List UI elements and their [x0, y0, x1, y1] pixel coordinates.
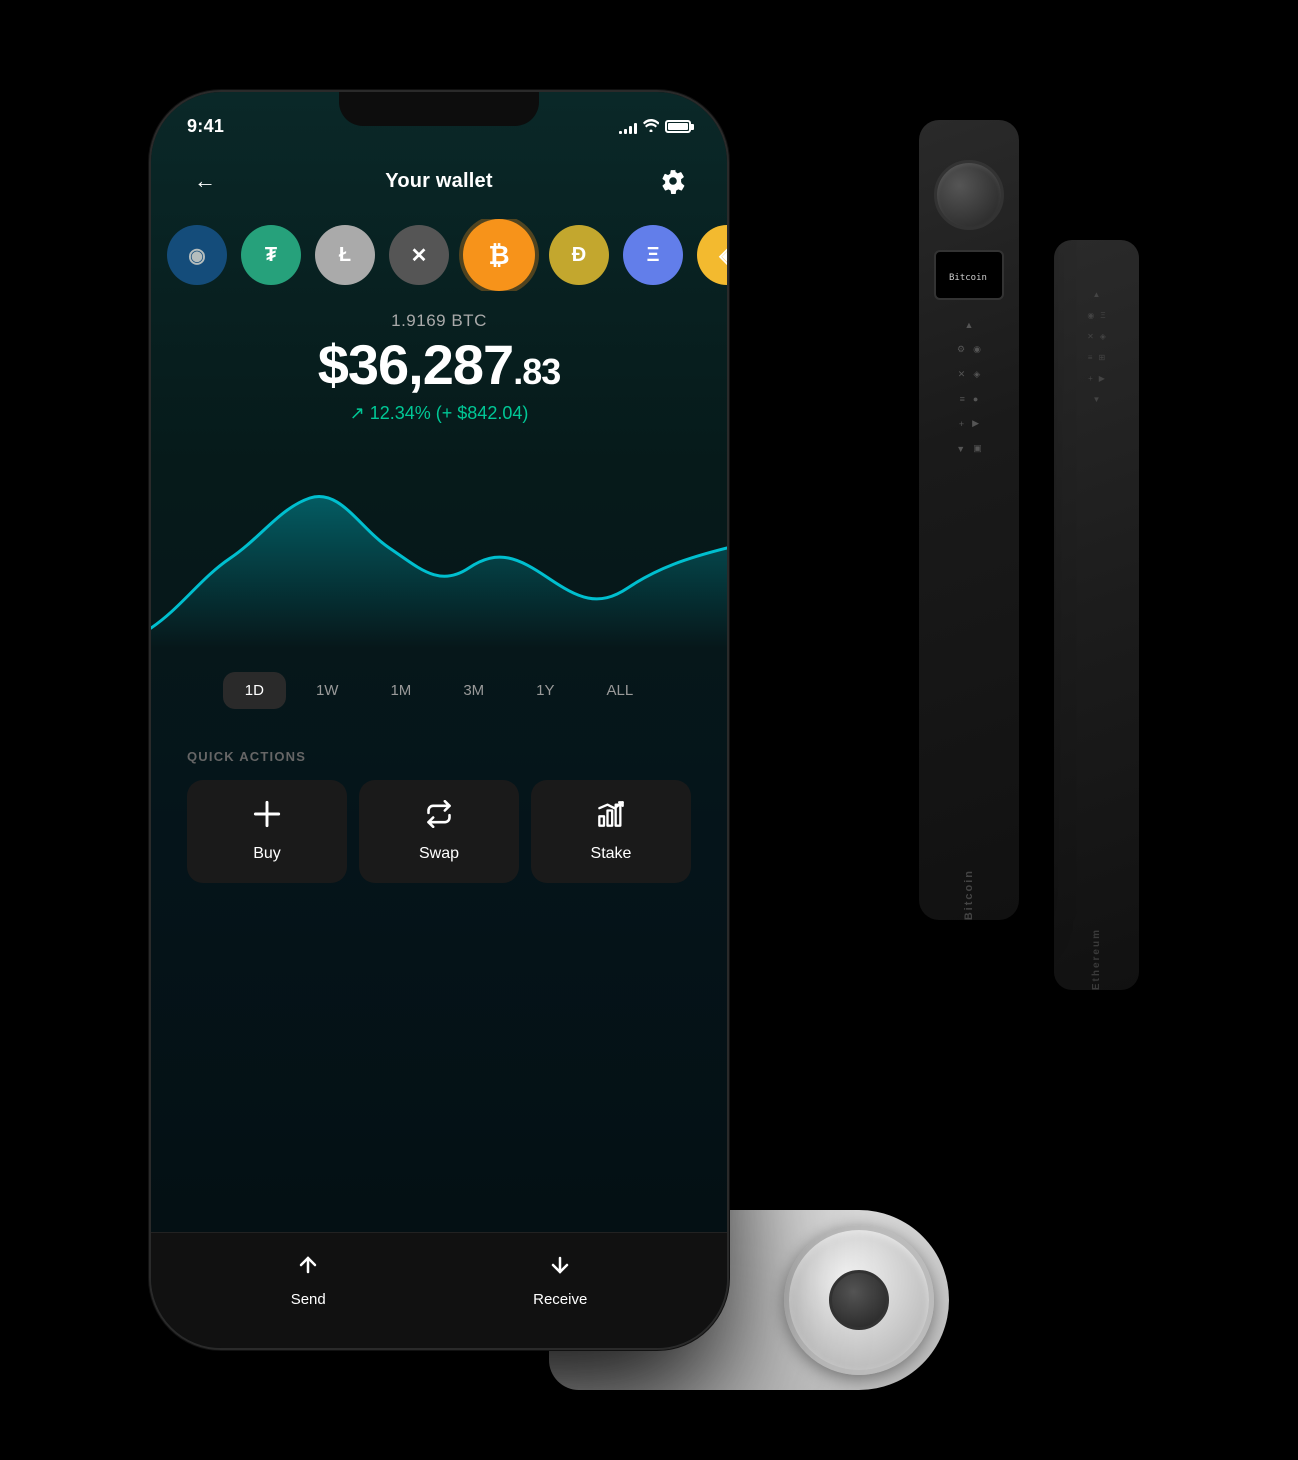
send-icon	[296, 1253, 320, 1283]
time-filter-3m[interactable]: 3M	[441, 672, 506, 709]
price-chart	[151, 448, 727, 648]
app-header: ← Your wallet	[151, 147, 727, 219]
receive-icon	[548, 1253, 572, 1283]
hw-icon-row-6: ▼ ▣	[956, 443, 981, 454]
hw2-icon-row-5: + ▶	[1088, 374, 1105, 383]
hw-icon-row-4: ≡ ●	[960, 394, 979, 404]
coin-bitcoin[interactable]: ₿	[463, 219, 535, 291]
hw2-icon-row-2: ◉ Ξ	[1087, 311, 1105, 320]
battery-fill	[668, 123, 688, 130]
status-time: 9:41	[187, 116, 224, 137]
signal-bar-4	[634, 123, 637, 134]
usd-whole: $36,287	[318, 333, 513, 396]
coins-row: ◉ ₮ Ł ✕ ₿ Ð Ξ ◈ A	[151, 219, 727, 291]
signal-bar-3	[629, 126, 632, 134]
phone-device: 9:41	[149, 90, 729, 1350]
coin-partial-left[interactable]: ◉	[167, 225, 227, 285]
hw-icon-row-2: ⚙ ◉	[957, 344, 981, 355]
send-action[interactable]: Send	[291, 1253, 326, 1308]
coin-litecoin[interactable]: Ł	[315, 225, 375, 285]
back-button[interactable]: ←	[187, 163, 223, 199]
signal-bar-1	[619, 131, 622, 134]
phone-notch	[339, 92, 539, 126]
usd-cents: .83	[513, 351, 560, 392]
swap-button[interactable]: Swap	[359, 780, 519, 883]
quick-actions-label: QUICK ACTIONS	[187, 749, 691, 764]
stake-icon	[597, 800, 625, 835]
time-filter-1d[interactable]: 1D	[223, 672, 286, 709]
nano-button-inner	[829, 1270, 889, 1330]
hw-device-1-screen: Bitcoin	[934, 250, 1004, 300]
svg-text:Bitcoin: Bitcoin	[949, 273, 987, 283]
time-filter-1m[interactable]: 1M	[368, 672, 433, 709]
balance-section: 1.9169 BTC $36,287.83 ↗ 12.34% (+ $842.0…	[151, 311, 727, 424]
coin-dogecoin[interactable]: Ð	[549, 225, 609, 285]
swap-icon	[425, 800, 453, 835]
coin-ethereum[interactable]: Ξ	[623, 225, 683, 285]
buy-icon	[253, 800, 281, 835]
hw2-icon-row-3: ✕ ◈	[1087, 332, 1106, 341]
hw-icon-row-3: ✕ ◈	[958, 369, 980, 380]
hw-device-1-icons: ▲ ⚙ ◉ ✕ ◈ ≡ ● + ▶ ▼ ▣	[956, 320, 981, 829]
hw-device-1: Bitcoin ▲ ⚙ ◉ ✕ ◈ ≡ ● + ▶	[919, 120, 1019, 920]
quick-actions-section: QUICK ACTIONS Buy	[151, 749, 727, 883]
stake-label: Stake	[591, 845, 632, 863]
hw2-icon-row-4: ≡ ⊞	[1088, 353, 1105, 362]
chart-fill	[151, 496, 727, 648]
hw-icon-row-5: + ▶	[959, 418, 979, 429]
receive-label: Receive	[533, 1291, 587, 1308]
hw2-icon-row-6: ▼	[1093, 395, 1101, 404]
buy-label: Buy	[253, 845, 281, 863]
settings-button[interactable]	[655, 163, 691, 199]
signal-bar-2	[624, 129, 627, 134]
bottom-bar: Send Receive	[151, 1232, 727, 1348]
nano-button-outer	[784, 1225, 934, 1375]
hw2-icon-row-1: ▲	[1093, 290, 1101, 299]
scene: 9:41	[99, 40, 1199, 1420]
status-icons	[619, 119, 691, 135]
hw-device-2-icons: ▲ ◉ Ξ ✕ ◈ ≡ ⊞ + ▶ ▼	[1087, 270, 1106, 928]
usd-amount: $36,287.83	[187, 337, 691, 393]
action-buttons: Buy Swap	[187, 780, 691, 883]
swap-label: Swap	[419, 845, 459, 863]
chart-svg	[151, 448, 727, 648]
crypto-amount: 1.9169 BTC	[187, 311, 691, 331]
buy-button[interactable]: Buy	[187, 780, 347, 883]
stake-button[interactable]: Stake	[531, 780, 691, 883]
battery-icon	[665, 120, 691, 133]
hw-icon-row-1: ▲	[965, 320, 974, 330]
hw-device-2: ▲ ◉ Ξ ✕ ◈ ≡ ⊞ + ▶ ▼ Ethereum	[1054, 240, 1139, 990]
phone-screen: 9:41	[151, 92, 727, 1348]
coin-xrp[interactable]: ✕	[389, 225, 449, 285]
time-filter-all[interactable]: ALL	[585, 672, 656, 709]
coin-bnb[interactable]: ◈	[697, 225, 727, 285]
wifi-icon	[643, 119, 659, 135]
time-filter-1y[interactable]: 1Y	[514, 672, 576, 709]
signal-bars-icon	[619, 120, 637, 134]
receive-action[interactable]: Receive	[533, 1253, 587, 1308]
hw-device-1-label: Bitcoin	[963, 869, 975, 920]
hw-device-2-label: Ethereum	[1091, 928, 1102, 990]
time-filters: 1D 1W 1M 3M 1Y ALL	[151, 672, 727, 709]
hw-device-1-button	[934, 160, 1004, 230]
time-filter-1w[interactable]: 1W	[294, 672, 361, 709]
coin-tether[interactable]: ₮	[241, 225, 301, 285]
send-label: Send	[291, 1291, 326, 1308]
change-percent: ↗ 12.34% (+ $842.04)	[187, 403, 691, 424]
header-title: Your wallet	[385, 170, 492, 193]
